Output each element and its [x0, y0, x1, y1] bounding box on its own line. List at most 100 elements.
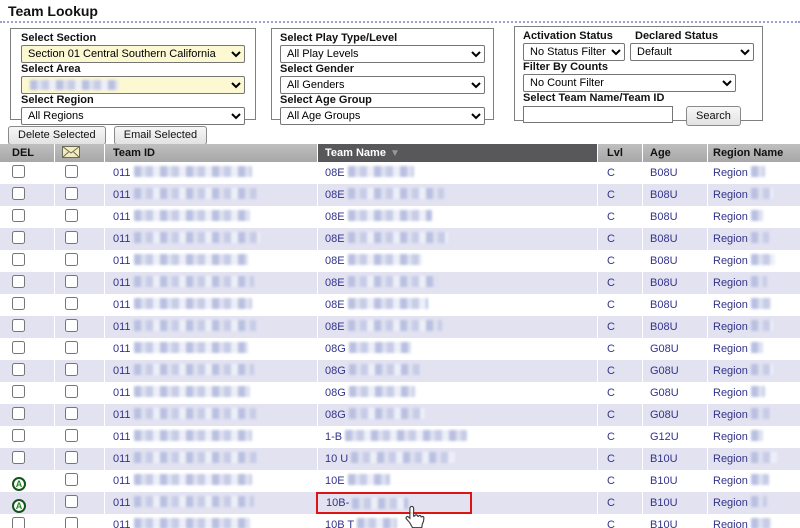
team-name-link[interactable]: 08E [325, 211, 345, 223]
team-name-link[interactable]: 08G [325, 387, 346, 399]
email-checkbox[interactable] [65, 385, 78, 398]
email-checkbox[interactable] [65, 429, 78, 442]
email-checkbox[interactable] [65, 407, 78, 420]
team-name-link[interactable]: 1-B [325, 431, 342, 443]
age-group-select[interactable]: All Age Groups [280, 107, 485, 125]
delete-checkbox[interactable] [12, 187, 25, 200]
region-value: Region [713, 211, 748, 223]
delete-checkbox[interactable] [12, 253, 25, 266]
team-id-link[interactable]: 011 [113, 277, 131, 289]
team-id-link[interactable]: 011 [113, 475, 131, 487]
email-checkbox[interactable] [65, 253, 78, 266]
team-id-link[interactable]: 011 [113, 211, 131, 223]
team-id-link[interactable]: 011 [113, 431, 131, 443]
team-name-link[interactable]: 08G [325, 409, 346, 421]
email-selected-button[interactable]: Email Selected [114, 126, 207, 145]
team-id-cell: 011 [105, 382, 318, 404]
delete-checkbox[interactable] [12, 231, 25, 244]
team-id-link[interactable]: 011 [113, 321, 131, 333]
delete-checkbox[interactable] [12, 165, 25, 178]
region-value: Region [713, 453, 748, 465]
email-cell [55, 338, 105, 360]
team-name-link[interactable]: 08E [325, 189, 345, 201]
level-value: C [607, 167, 615, 179]
team-name-link[interactable]: 08E [325, 255, 345, 267]
team-name-link[interactable]: 08E [325, 167, 345, 179]
search-button[interactable]: Search [686, 106, 741, 126]
email-checkbox[interactable] [65, 187, 78, 200]
email-checkbox[interactable] [65, 231, 78, 244]
team-id-link[interactable]: 011 [113, 519, 131, 528]
delete-checkbox[interactable] [12, 407, 25, 420]
team-name-link[interactable]: 10B- [326, 492, 349, 514]
declared-status-select[interactable]: Default [630, 43, 754, 61]
email-checkbox[interactable] [65, 209, 78, 222]
play-level-select[interactable]: All Play Levels [280, 45, 485, 63]
email-checkbox[interactable] [65, 165, 78, 178]
team-id-link[interactable]: 011 [113, 233, 131, 245]
team-name-link[interactable]: 08G [325, 343, 346, 355]
select-area-label: Select Area [21, 63, 245, 76]
email-checkbox[interactable] [65, 297, 78, 310]
email-checkbox[interactable] [65, 319, 78, 332]
team-id-link[interactable]: 011 [113, 409, 131, 421]
gender-select[interactable]: All Genders [280, 76, 485, 94]
team-id-cell: 011 [105, 250, 318, 272]
age-value: G08U [650, 387, 679, 399]
team-id-link[interactable]: 011 [113, 255, 131, 267]
team-id-link[interactable]: 011 [113, 299, 131, 311]
delete-checkbox[interactable] [12, 429, 25, 442]
team-id-link[interactable]: 011 [113, 387, 131, 399]
team-name-link[interactable]: 10E [325, 475, 345, 487]
delete-checkbox[interactable] [12, 341, 25, 354]
team-id-link[interactable]: 011 [113, 365, 131, 377]
level-cell: C [598, 162, 643, 184]
section-select[interactable]: Section 01 Central Southern California [21, 45, 245, 63]
level-cell: C [598, 426, 643, 448]
team-name-link[interactable]: 10B T [325, 519, 354, 528]
team-name-link[interactable]: 08E [325, 321, 345, 333]
email-cell [55, 514, 105, 528]
email-checkbox[interactable] [65, 341, 78, 354]
level-cell: C [598, 294, 643, 316]
email-checkbox[interactable] [65, 495, 78, 508]
delete-selected-button[interactable]: Delete Selected [8, 126, 106, 145]
table-row: 01108ECB08URegion [0, 250, 800, 272]
team-name-link[interactable]: 10 U [325, 453, 348, 465]
team-name-link[interactable]: 08G [325, 365, 346, 377]
delete-checkbox[interactable] [12, 451, 25, 464]
filter-by-counts-select[interactable]: No Count Filter [523, 74, 736, 92]
level-cell: C [598, 206, 643, 228]
team-name-link[interactable]: 08E [325, 233, 345, 245]
del-cell [0, 426, 55, 448]
email-checkbox[interactable] [65, 517, 78, 528]
delete-checkbox[interactable] [12, 275, 25, 288]
region-value: Region [713, 387, 748, 399]
email-checkbox[interactable] [65, 451, 78, 464]
delete-checkbox[interactable] [12, 319, 25, 332]
email-checkbox[interactable] [65, 363, 78, 376]
activation-status-select[interactable]: No Status Filter [523, 43, 625, 61]
email-checkbox[interactable] [65, 275, 78, 288]
team-search-input[interactable] [523, 106, 673, 123]
team-id-link[interactable]: 011 [113, 189, 131, 201]
team-name-link[interactable]: 08E [325, 299, 345, 311]
team-name-link[interactable]: 08E [325, 277, 345, 289]
header-age: Age [643, 144, 708, 162]
level-cell: C [598, 184, 643, 206]
region-cell: Region [708, 228, 800, 250]
team-id-link[interactable]: 011 [113, 343, 131, 355]
delete-checkbox[interactable] [12, 517, 25, 528]
team-id-link[interactable]: 011 [113, 497, 131, 509]
team-id-link[interactable]: 011 [113, 453, 131, 465]
team-id-link[interactable]: 011 [113, 167, 131, 179]
header-team-name[interactable]: Team Name▼ [318, 144, 598, 162]
delete-checkbox[interactable] [12, 297, 25, 310]
email-checkbox[interactable] [65, 473, 78, 486]
delete-checkbox[interactable] [12, 363, 25, 376]
email-cell [55, 492, 105, 514]
region-select[interactable]: All Regions [21, 107, 245, 125]
region-value: Region [713, 409, 748, 421]
delete-checkbox[interactable] [12, 209, 25, 222]
delete-checkbox[interactable] [12, 385, 25, 398]
